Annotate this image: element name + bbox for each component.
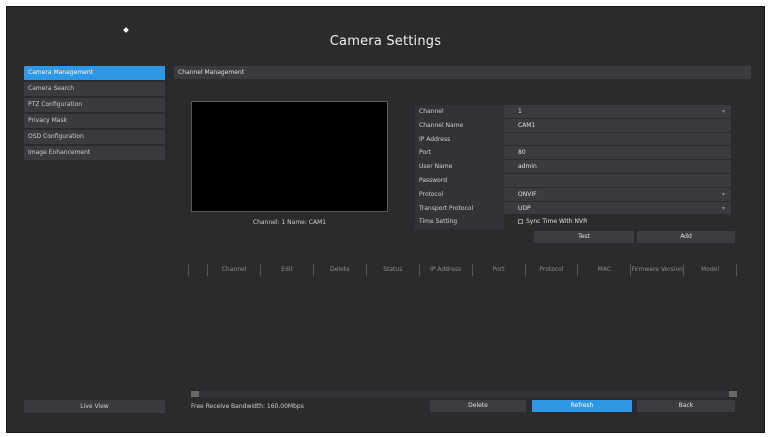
preview-caption: Channel: 1 Name: CAM1 xyxy=(252,219,327,226)
time-setting-label: Time Setting xyxy=(415,215,504,230)
table-header-status[interactable]: Status xyxy=(367,264,420,276)
table-header-mac[interactable]: MAC xyxy=(578,264,632,276)
table-header-port[interactable]: Port xyxy=(473,264,526,276)
table-header-select[interactable] xyxy=(188,264,209,276)
form-row-channel: Channel 1 ▾ xyxy=(415,105,731,119)
table-header-ip-address[interactable]: IP Address xyxy=(420,264,473,276)
chevron-down-icon: ▾ xyxy=(721,108,725,115)
channel-name-field[interactable]: CAM1 xyxy=(504,118,731,133)
camera-preview xyxy=(191,101,388,212)
camera-table-header: Channel Edit Delete Status IP Address Po… xyxy=(188,264,738,276)
sync-time-checkbox[interactable] xyxy=(518,219,523,225)
live-view-button[interactable]: Live View xyxy=(24,400,165,413)
table-header-firmware-version[interactable]: Firmware Version xyxy=(631,264,685,276)
chevron-down-icon: ▾ xyxy=(721,190,725,198)
protocol-value: ONVIF xyxy=(518,190,537,198)
sync-time-option[interactable]: Sync Time With NVR xyxy=(504,215,731,229)
form-row-user-name: User Name admin xyxy=(415,160,731,174)
channel-form: Channel 1 ▾ Channel Name CAM1 IP Address … xyxy=(415,105,731,230)
form-row-transport-protocol: Transport Protocol UDP ▾ xyxy=(415,201,731,216)
table-header-edit[interactable]: Edit xyxy=(261,264,314,276)
delete-button[interactable]: Delete xyxy=(430,400,526,412)
user-name-label: User Name xyxy=(415,160,504,174)
ip-address-label: IP Address xyxy=(415,132,504,147)
test-button[interactable]: Test xyxy=(534,231,634,243)
protocol-label: Protocol xyxy=(415,187,504,202)
horizontal-scrollbar[interactable] xyxy=(191,391,737,397)
sidebar-item-privacy-mask[interactable]: Privacy Mask xyxy=(24,114,165,128)
window-title: Camera Settings xyxy=(329,34,442,49)
sidebar-item-camera-search[interactable]: Camera Search xyxy=(24,82,165,96)
ip-address-field[interactable] xyxy=(504,132,731,147)
table-header-model[interactable]: Model xyxy=(684,264,738,276)
sidebar-item-ptz-configuration[interactable]: PTZ Configuration xyxy=(24,98,165,112)
scrollbar-left-handle[interactable] xyxy=(191,391,199,397)
bandwidth-status: Free Receive Bandwidth: 160.00Mbps xyxy=(191,403,304,410)
form-row-password: Password xyxy=(415,173,731,188)
channel-name-label: Channel Name xyxy=(415,118,504,133)
back-button[interactable]: Back xyxy=(637,400,735,412)
form-row-protocol: Protocol ONVIF ▾ xyxy=(415,187,731,202)
scrollbar-right-handle[interactable] xyxy=(729,391,737,397)
sync-time-label: Sync Time With NVR xyxy=(526,218,588,226)
table-header-channel[interactable]: Channel xyxy=(208,264,262,276)
password-field[interactable] xyxy=(504,173,731,188)
table-header-protocol[interactable]: Protocol xyxy=(526,264,579,276)
refresh-button[interactable]: Refresh xyxy=(532,400,632,412)
sidebar-item-osd-configuration[interactable]: OSD Configuration xyxy=(24,130,165,144)
section-header: Channel Management xyxy=(174,66,751,79)
channel-label: Channel xyxy=(415,105,504,119)
sidebar-item-image-enhancement[interactable]: Image Enhancement xyxy=(24,146,165,160)
transport-protocol-value: UDP xyxy=(518,204,531,212)
port-label: Port xyxy=(415,146,504,161)
chevron-down-icon: ▾ xyxy=(721,204,725,212)
form-row-ip-address: IP Address xyxy=(415,132,731,147)
table-header-delete[interactable]: Delete xyxy=(314,264,367,276)
sidebar-item-camera-management[interactable]: Camera Management xyxy=(24,66,165,80)
form-row-time-setting: Time Setting Sync Time With NVR xyxy=(415,215,731,230)
form-row-channel-name: Channel Name CAM1 xyxy=(415,118,731,133)
sidebar: Camera Management Camera Search PTZ Conf… xyxy=(24,66,165,162)
form-row-port: Port 80 xyxy=(415,146,731,161)
transport-protocol-select[interactable]: UDP ▾ xyxy=(504,201,731,216)
port-field[interactable]: 80 xyxy=(504,146,731,161)
user-name-field[interactable]: admin xyxy=(504,160,731,174)
add-button[interactable]: Add xyxy=(637,231,735,243)
channel-select[interactable]: 1 ▾ xyxy=(504,105,731,119)
protocol-select[interactable]: ONVIF ▾ xyxy=(504,187,731,202)
password-label: Password xyxy=(415,173,504,188)
transport-protocol-label: Transport Protocol xyxy=(415,201,504,216)
channel-value: 1 xyxy=(518,108,522,115)
